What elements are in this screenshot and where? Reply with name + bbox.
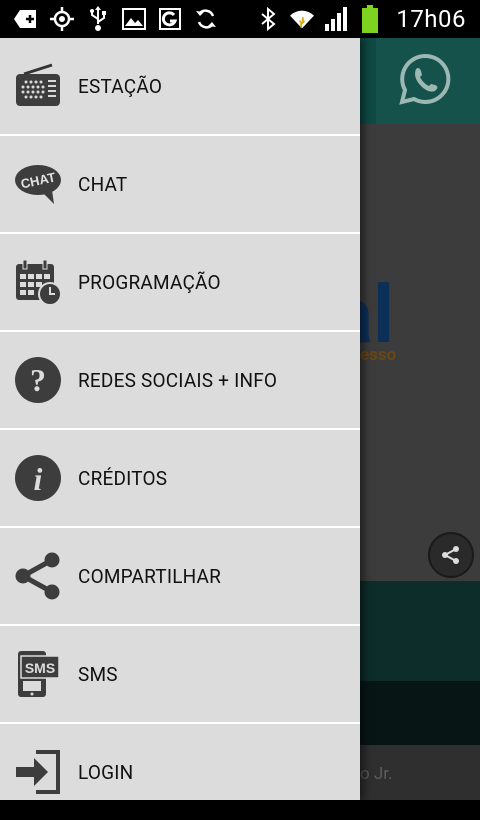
- menu-item-estacao[interactable]: ESTAÇÃO: [0, 38, 360, 136]
- background-footer-text: o Jr.: [360, 764, 393, 784]
- radio-icon: [16, 63, 60, 106]
- menu-item-label: PROGRAMAÇÃO: [78, 270, 221, 294]
- svg-text:i: i: [34, 461, 43, 497]
- background-subtitle-text: esso: [360, 345, 397, 365]
- login-icon: [16, 750, 60, 794]
- menu-item-label: REDES SOCIAIS + INFO: [78, 368, 278, 392]
- menu-item-label: CRÉDITOS: [78, 466, 168, 490]
- chat-bubble-icon: CHAT: [15, 165, 61, 204]
- menu-item-label: CHAT: [78, 172, 128, 196]
- wifi-icon: [290, 7, 315, 31]
- signal-icon: [324, 7, 348, 31]
- add-notification-icon: [14, 7, 38, 31]
- sync-icon: [194, 7, 218, 31]
- share-button[interactable]: [428, 532, 474, 578]
- menu-item-sms[interactable]: SMS SMS: [0, 626, 360, 724]
- whatsapp-tab[interactable]: [376, 38, 480, 124]
- sms-phone-icon: SMS: [18, 651, 60, 697]
- status-bar: 17h06: [0, 0, 480, 38]
- g-icon: [158, 7, 182, 31]
- menu-item-label: COMPARTILHAR: [78, 564, 222, 588]
- menu-item-redes-sociais[interactable]: ? REDES SOCIAIS + INFO: [0, 332, 360, 430]
- share-icon: [442, 546, 459, 564]
- menu-item-login[interactable]: LOGIN: [0, 724, 360, 820]
- navigation-drawer: ESTAÇÃO CHAT CHAT PROGRAMAÇÃO ? REDES SO…: [0, 38, 360, 800]
- svg-text:?: ?: [30, 362, 46, 398]
- menu-item-creditos[interactable]: i CRÉDITOS: [0, 430, 360, 528]
- info-icon: i: [15, 455, 61, 501]
- menu-item-label: ESTAÇÃO: [78, 74, 163, 98]
- battery-icon: [358, 5, 382, 33]
- menu-item-chat[interactable]: CHAT CHAT: [0, 136, 360, 234]
- gps-icon: [50, 7, 74, 31]
- usb-icon: [86, 6, 110, 31]
- bluetooth-icon: [256, 7, 280, 31]
- status-clock: 17h06: [396, 5, 466, 33]
- svg-text:SMS: SMS: [25, 660, 55, 676]
- menu-item-label: SMS: [78, 662, 118, 686]
- menu-item-compartilhar[interactable]: COMPARTILHAR: [0, 528, 360, 626]
- whatsapp-icon: [399, 53, 451, 105]
- image-icon: [122, 7, 146, 31]
- share-icon: [15, 552, 60, 600]
- calendar-icon: [16, 259, 62, 306]
- menu-item-programacao[interactable]: PROGRAMAÇÃO: [0, 234, 360, 332]
- help-icon: ?: [15, 357, 61, 403]
- menu-item-label: LOGIN: [78, 760, 134, 784]
